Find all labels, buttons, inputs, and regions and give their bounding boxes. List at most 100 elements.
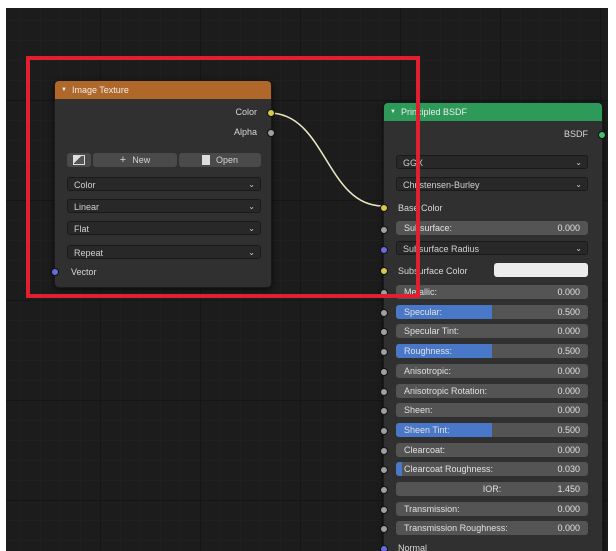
image-texture-header[interactable]: ▼ Image Texture	[55, 81, 271, 99]
slider-label: Specular Tint:	[404, 326, 460, 336]
slider-value: 1.450	[557, 484, 580, 494]
projection-dropdown[interactable]: Flat ⌄	[67, 221, 261, 235]
input-subsurface-socket[interactable]	[380, 226, 388, 234]
property-slider[interactable]: Sheen: 0.000	[396, 403, 588, 417]
subsurface-slider[interactable]: Subsurface: 0.000	[396, 221, 588, 235]
slider-fill	[396, 462, 402, 476]
interpolation-dropdown[interactable]: Linear ⌄	[67, 199, 261, 213]
distribution-value: GGX	[403, 158, 424, 168]
slider-value: 0.000	[557, 523, 580, 533]
subsurface-color-label: Subsurface Color	[398, 266, 468, 276]
input-socket[interactable]	[380, 447, 388, 455]
extension-value: Repeat	[74, 248, 104, 258]
principled-bsdf-node[interactable]: ▼ Principled BSDF BSDF GGX ⌄ Christensen-…	[380, 102, 606, 551]
slider-label: Transmission Roughness:	[404, 523, 508, 533]
output-bsdf-label: BSDF	[563, 129, 588, 139]
chevron-down-icon: ⌄	[575, 158, 582, 167]
input-socket[interactable]	[380, 388, 388, 396]
property-slider[interactable]: Clearcoat Roughness: 0.030	[396, 462, 588, 476]
input-socket[interactable]	[380, 427, 388, 435]
input-vector-socket[interactable]	[51, 268, 59, 276]
property-slider[interactable]: Sheen Tint: 0.500	[396, 423, 588, 437]
output-alpha-socket[interactable]	[267, 129, 275, 137]
property-slider[interactable]: Specular Tint: 0.000	[396, 324, 588, 338]
subsurface-method-dropdown[interactable]: Christensen-Burley ⌄	[396, 177, 588, 191]
slider-label: Transmission:	[404, 504, 460, 514]
normal-label: Normal	[398, 543, 428, 551]
slider-value: 0.500	[557, 346, 580, 356]
collapse-icon[interactable]: ▼	[390, 103, 396, 121]
property-slider[interactable]: Roughness: 0.500	[396, 344, 588, 358]
new-image-button[interactable]: + New	[93, 153, 177, 167]
input-socket[interactable]	[380, 348, 388, 356]
input-socket[interactable]	[380, 407, 388, 415]
slider-label: Metallic:	[404, 287, 438, 297]
slider-label: Roughness:	[404, 346, 453, 356]
subsurface-value: 0.000	[557, 223, 580, 233]
input-socket[interactable]	[380, 545, 388, 551]
slider-value: 0.000	[557, 366, 580, 376]
property-slider[interactable]: Transmission Roughness: 0.000	[396, 521, 588, 535]
output-bsdf-socket[interactable]	[598, 131, 606, 139]
input-socket[interactable]	[380, 289, 388, 297]
open-label: Open	[215, 155, 239, 165]
open-image-button[interactable]: Open	[179, 153, 261, 167]
input-socket[interactable]	[380, 368, 388, 376]
output-color-socket[interactable]	[267, 109, 275, 117]
subsurface-radius-dropdown[interactable]: Subsurface Radius ⌄	[396, 241, 588, 255]
plus-icon: +	[119, 154, 127, 166]
input-base-color-socket[interactable]	[380, 204, 388, 212]
input-subsurface-radius-socket[interactable]	[380, 246, 388, 254]
image-browse-button[interactable]	[67, 153, 91, 167]
base-color-label: Base Color	[398, 203, 443, 213]
property-slider[interactable]: Anisotropic: 0.000	[396, 364, 588, 378]
property-slider[interactable]: Transmission: 0.000	[396, 502, 588, 516]
link-color-to-base-color	[268, 112, 384, 207]
input-socket[interactable]	[380, 506, 388, 514]
input-socket[interactable]	[380, 328, 388, 336]
input-subsurface-color-socket[interactable]	[380, 267, 388, 275]
slider-label: Sheen Tint:	[404, 425, 450, 435]
slider-value: 0.000	[557, 386, 580, 396]
slider-label: Specular:	[404, 307, 443, 317]
slider-value: 0.030	[557, 464, 580, 474]
slider-label: Sheen:	[404, 405, 433, 415]
slider-label: Clearcoat:	[404, 445, 446, 455]
color-space-dropdown[interactable]: Color ⌄	[67, 177, 261, 191]
chevron-down-icon: ⌄	[575, 180, 582, 189]
extension-dropdown[interactable]: Repeat ⌄	[67, 245, 261, 259]
node-editor[interactable]: ▼ Image Texture Color Alpha + New Open C…	[6, 8, 608, 551]
subsurface-method-value: Christensen-Burley	[403, 180, 480, 190]
subsurface-radius-label: Subsurface Radius	[403, 244, 480, 254]
file-icon	[201, 155, 210, 165]
new-label: New	[132, 155, 151, 165]
image-browse-icon	[73, 155, 85, 165]
slider-value: 0.000	[557, 445, 580, 455]
slider-label: Anisotropic:	[404, 366, 452, 376]
input-vector-label: Vector	[71, 267, 97, 277]
input-socket[interactable]	[380, 525, 388, 533]
property-slider[interactable]: Anisotropic Rotation: 0.000	[396, 384, 588, 398]
slider-value: 0.000	[557, 287, 580, 297]
slider-value: 0.000	[557, 504, 580, 514]
principled-title: Principled BSDF	[400, 107, 467, 117]
input-socket[interactable]	[380, 309, 388, 317]
chevron-down-icon: ⌄	[248, 180, 255, 189]
slider-value: 0.500	[557, 425, 580, 435]
slider-value: 0.000	[557, 326, 580, 336]
ior-field[interactable]: IOR: 1.450	[396, 482, 588, 496]
principled-header[interactable]: ▼ Principled BSDF	[384, 103, 602, 121]
input-socket[interactable]	[380, 466, 388, 474]
chevron-down-icon: ⌄	[248, 202, 255, 211]
slider-value: 0.000	[557, 405, 580, 415]
collapse-icon[interactable]: ▼	[61, 81, 67, 99]
color-space-value: Color	[74, 180, 96, 190]
input-socket[interactable]	[380, 486, 388, 494]
property-slider[interactable]: Clearcoat: 0.000	[396, 443, 588, 457]
image-texture-node[interactable]: ▼ Image Texture Color Alpha + New Open C…	[51, 80, 275, 288]
chevron-down-icon: ⌄	[248, 248, 255, 257]
property-slider[interactable]: Specular: 0.500	[396, 305, 588, 319]
subsurface-color-swatch[interactable]	[494, 263, 588, 277]
distribution-dropdown[interactable]: GGX ⌄	[396, 155, 588, 169]
property-slider[interactable]: Metallic: 0.000	[396, 285, 588, 299]
